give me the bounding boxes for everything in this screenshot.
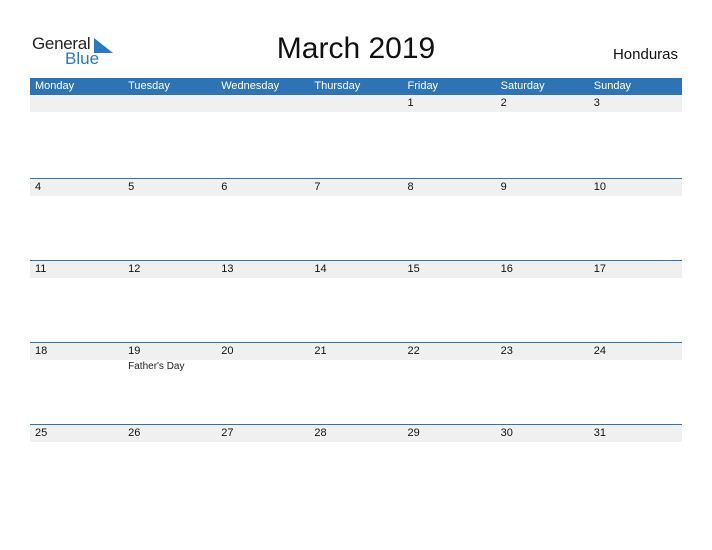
day-cell: 4	[30, 179, 123, 196]
week-row: 18 19 Father's Day 20 21 22 23 24	[30, 342, 682, 424]
day-number: 21	[314, 345, 327, 357]
day-number: 30	[500, 427, 513, 439]
weekday-tuesday: Tuesday	[128, 80, 170, 92]
day-cell: 12	[123, 261, 216, 278]
day-number: 23	[500, 345, 513, 357]
day-number: 4	[35, 181, 42, 193]
day-number: 1	[407, 97, 414, 109]
day-cell: 18	[30, 343, 123, 360]
day-cell: 16	[496, 261, 589, 278]
day-cell	[309, 95, 402, 112]
day-cell: 7	[309, 179, 402, 196]
day-cell: 31	[589, 425, 682, 442]
day-cell: 8	[403, 179, 496, 196]
country-label: Honduras	[612, 46, 678, 63]
day-cell: 21	[309, 343, 402, 360]
day-cell: 14	[309, 261, 402, 278]
day-number: 19	[128, 345, 141, 357]
week-row: 11 12 13 14 15 16 17	[30, 260, 682, 342]
date-band: 1 2 3	[30, 95, 682, 112]
day-cell: 1	[403, 95, 496, 112]
day-number: 24	[593, 345, 606, 357]
weekday-wednesday: Wednesday	[221, 80, 280, 92]
day-cell: 24	[589, 343, 682, 360]
day-number: 3	[593, 97, 600, 109]
day-number: 25	[35, 427, 48, 439]
weekday-friday: Friday	[407, 80, 439, 92]
date-band: 18 19 Father's Day 20 21 22 23 24	[30, 343, 682, 372]
day-number: 7	[314, 181, 321, 193]
day-number: 6	[221, 181, 228, 193]
day-cell: 22	[403, 343, 496, 360]
day-cell: 2	[496, 95, 589, 112]
day-number: 27	[221, 427, 234, 439]
day-number: 13	[221, 263, 234, 275]
holiday-label: Father's Day	[128, 361, 185, 372]
day-cell: 6	[216, 179, 309, 196]
day-number: 15	[407, 263, 420, 275]
day-cell: 23	[496, 343, 589, 360]
week-row: 1 2 3	[30, 95, 682, 178]
date-band: 4 5 6 7 8 9 10	[30, 179, 682, 196]
week-row: 4 5 6 7 8 9 10	[30, 178, 682, 260]
day-number: 18	[35, 345, 48, 357]
day-cell: 28	[309, 425, 402, 442]
weekday-sunday: Sunday	[593, 80, 632, 92]
calendar-page: General Blue March 2019 Honduras Monday T…	[0, 0, 712, 550]
day-number: 8	[407, 181, 414, 193]
day-cell: 20	[216, 343, 309, 360]
day-cell: 3	[589, 95, 682, 112]
day-number: 10	[593, 181, 606, 193]
day-number: 16	[500, 263, 513, 275]
day-cell: 29	[403, 425, 496, 442]
day-cell	[123, 95, 216, 112]
day-number: 5	[128, 181, 135, 193]
day-cell: 11	[30, 261, 123, 278]
week-row: 25 26 27 28 29 30 31	[30, 424, 682, 506]
day-number: 14	[314, 263, 327, 275]
day-number: 29	[407, 427, 420, 439]
day-cell: 5	[123, 179, 216, 196]
day-cell: 15	[403, 261, 496, 278]
day-cell: 27	[216, 425, 309, 442]
page-title: March 2019	[276, 32, 436, 65]
day-cell: 30	[496, 425, 589, 442]
day-number: 17	[593, 263, 606, 275]
day-cell: 26	[123, 425, 216, 442]
weekday-monday: Monday	[35, 80, 75, 92]
day-cell: 19 Father's Day	[123, 343, 216, 372]
day-cell: 9	[496, 179, 589, 196]
day-cell: 17	[589, 261, 682, 278]
day-number: 28	[314, 427, 327, 439]
weekday-saturday: Saturday	[500, 80, 545, 92]
date-band: 25 26 27 28 29 30 31	[30, 425, 682, 442]
day-number: 12	[128, 263, 141, 275]
day-number: 11	[35, 263, 47, 275]
day-number: 20	[221, 345, 234, 357]
day-number: 9	[500, 181, 507, 193]
day-number: 2	[500, 97, 507, 109]
day-number: 26	[128, 427, 141, 439]
date-band: 11 12 13 14 15 16 17	[30, 261, 682, 278]
day-cell	[216, 95, 309, 112]
calendar-grid: Monday Tuesday Wednesday Thursday Friday Satu…	[30, 78, 682, 506]
day-cell	[30, 95, 123, 112]
day-number: 22	[407, 345, 420, 357]
day-cell: 13	[216, 261, 309, 278]
day-cell: 25	[30, 425, 123, 442]
weekday-header: Monday Tuesday Wednesday Thursday Friday Satu…	[30, 78, 682, 95]
day-number: 31	[593, 427, 606, 439]
day-cell: 10	[589, 179, 682, 196]
weekday-thursday: Thursday	[314, 80, 361, 92]
